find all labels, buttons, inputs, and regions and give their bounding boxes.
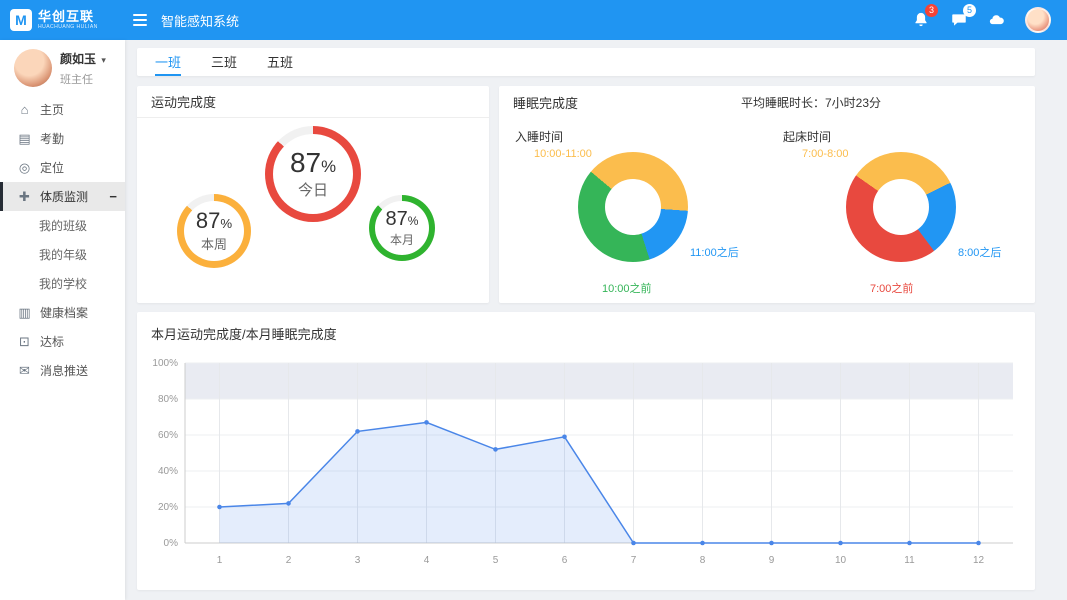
sidebar-item-attendance[interactable]: ▤ 考勤 — [0, 124, 125, 153]
user-name: 颜如玉 — [60, 51, 97, 66]
sidebar-item-label: 达标 — [40, 335, 65, 349]
sport-completion-card: 运动完成度 87% 今日 87% 本周 87% 本月 — [137, 86, 489, 303]
donut-title: 入睡时间 — [515, 130, 564, 144]
class-tabs: 一班 三班 五班 — [137, 48, 1035, 76]
svg-text:40%: 40% — [158, 466, 178, 477]
topbar-actions: 3 5 — [911, 4, 1067, 33]
sport-card-title: 运动完成度 — [137, 86, 489, 118]
brand-name: 华创互联 — [38, 8, 95, 24]
completion-ring: 87% 今日 — [265, 126, 361, 222]
sleep-donuts: 入睡时间 10:00-11:00 11:00之后 10:00之前 起床时间 7:00-8:… — [499, 118, 1035, 303]
sleep-donut-block: 起床时间 7:00-8:00 8:00之后 7:00之前 — [767, 118, 1035, 303]
sidebar-item-standard[interactable]: ⊡ 达标 — [0, 327, 125, 356]
ring-label: 本周 — [200, 236, 227, 252]
sidebar-subitem[interactable]: 我的班级 — [0, 211, 125, 240]
sleep-donut-block: 入睡时间 10:00-11:00 11:00之后 10:00之前 — [499, 118, 767, 303]
svg-text:4: 4 — [424, 555, 430, 566]
ring-value: 87% — [195, 207, 233, 233]
chart-title: 本月运动完成度/本月睡眠完成度 — [151, 327, 337, 342]
svg-text:8: 8 — [700, 555, 706, 566]
svg-text:7: 7 — [631, 555, 637, 566]
logo: M 华创互联 HUACHUANG HULIAN — [0, 9, 125, 31]
donut-segment-label: 10:00-11:00 — [534, 148, 592, 160]
completion-ring: 87% 本周 — [177, 194, 251, 268]
home-icon: ⌂ — [20, 102, 29, 117]
user-avatar — [14, 49, 52, 87]
svg-text:2: 2 — [286, 555, 292, 566]
logo-icon: M — [10, 9, 32, 31]
main-content: 一班 三班 五班 运动完成度 87% 今日 87% 本周 87% 本月 睡眠完成度 平均睡眠时… — [125, 40, 1067, 600]
svg-text:10: 10 — [835, 555, 847, 566]
completion-line-chart: 0%20%40%60%80%100%1 2 3 4 5 6 7 8 9 10 11 12 — [152, 358, 1013, 566]
sidebar-profile: 颜如玉 ▾ 班主任 — [0, 40, 125, 95]
sidebar-nav: ⌂ 主页 ▤ 考勤 ◎ 定位 ✚ 体质监测 − 我的班级 我的年级 我的学校 ▥ 健康档案 ⊡ 达标 ✉ 消息推送 — [0, 95, 125, 385]
cloud-icon[interactable] — [987, 10, 1007, 30]
user-avatar-small[interactable] — [1025, 7, 1051, 33]
sidebar-item-home[interactable]: ⌂ 主页 — [0, 95, 125, 124]
archive-icon: ▥ — [18, 304, 31, 320]
donut-title: 起床时间 — [783, 130, 832, 144]
donut-segment-label: 11:00之后 — [690, 247, 739, 259]
ring-label: 本月 — [389, 232, 414, 247]
dropdown-caret-icon: ▾ — [101, 54, 106, 65]
sleep-completion-card: 睡眠完成度 平均睡眠时长：7小时23分 入睡时间 10:00-11:00 11:00… — [499, 86, 1035, 303]
svg-text:0%: 0% — [164, 538, 179, 549]
tab-一班[interactable]: 一班 — [155, 48, 182, 76]
ring-value: 87% — [289, 146, 337, 178]
donut-segment-label: 8:00之后 — [958, 247, 1002, 259]
physique-icon: ✚ — [19, 188, 30, 204]
svg-text:60%: 60% — [158, 430, 178, 441]
sidebar-item-label: 健康档案 — [40, 306, 89, 320]
sidebar-item-physique[interactable]: ✚ 体质监测 − — [0, 182, 125, 211]
sidebar-item-label: 主页 — [40, 103, 65, 117]
message-icon[interactable]: 5 — [949, 4, 976, 30]
sidebar-item-label: 体质监测 — [40, 190, 89, 204]
svg-text:11: 11 — [904, 555, 915, 566]
location-icon: ◎ — [18, 159, 31, 175]
svg-text:5: 5 — [493, 555, 499, 566]
svg-text:80%: 80% — [158, 394, 178, 405]
sleep-card-title: 睡眠完成度 — [513, 95, 579, 111]
svg-text:1: 1 — [217, 555, 223, 566]
svg-text:20%: 20% — [158, 502, 178, 513]
message-icon: ✉ — [19, 362, 30, 378]
user-name-dropdown[interactable]: 颜如玉 ▾ — [60, 50, 106, 67]
sidebar-item-label: 考勤 — [40, 132, 65, 146]
tab-五班[interactable]: 五班 — [267, 48, 293, 76]
sidebar-item-message[interactable]: ✉ 消息推送 — [0, 356, 125, 385]
tab-三班[interactable]: 三班 — [211, 48, 237, 76]
standard-icon: ⊡ — [19, 333, 30, 349]
average-sleep-duration: 平均睡眠时长：7小时23分 — [740, 95, 881, 110]
menu-toggle-icon[interactable] — [133, 14, 147, 26]
completion-ring: 87% 本月 — [369, 195, 435, 261]
sidebar-item-label: 消息推送 — [40, 364, 89, 378]
user-role: 班主任 — [60, 73, 93, 86]
donut-segment-label: 7:00-8:00 — [802, 148, 849, 160]
sidebar-item-label: 定位 — [40, 161, 65, 175]
sport-rings: 87% 今日 87% 本周 87% 本月 — [137, 118, 489, 302]
topbar: M 华创互联 HUACHUANG HULIAN 智能感知系统 3 5 — [0, 0, 1067, 40]
app-title: 智能感知系统 — [161, 13, 240, 29]
donut-segment-label: 10:00之前 — [602, 283, 652, 295]
sidebar-item-archive[interactable]: ▥ 健康档案 — [0, 298, 125, 327]
sidebar-subitem[interactable]: 我的学校 — [0, 269, 125, 298]
notification-bell-icon[interactable]: 3 — [911, 4, 938, 30]
svg-text:12: 12 — [973, 555, 985, 566]
svg-text:6: 6 — [562, 555, 568, 566]
attendance-icon: ▤ — [18, 130, 31, 146]
message-badge: 5 — [963, 4, 976, 17]
sidebar-subitem[interactable]: 我的年级 — [0, 240, 125, 269]
notification-badge: 3 — [925, 4, 938, 17]
collapse-icon[interactable]: − — [109, 189, 117, 204]
ring-label: 今日 — [297, 181, 328, 199]
donut-segment-label: 7:00之前 — [870, 283, 914, 295]
svg-text:100%: 100% — [152, 358, 178, 369]
monthly-completion-chart-card: 本月运动完成度/本月睡眠完成度 0% 20% 40% 60% 80% 100% 1 2 3 4 5 6… — [137, 312, 1035, 590]
ring-value: 87% — [385, 207, 419, 230]
brand-subtitle: HUACHUANG HULIAN — [38, 24, 98, 30]
svg-text:9: 9 — [769, 555, 775, 566]
svg-text:3: 3 — [355, 555, 361, 566]
sidebar: 颜如玉 ▾ 班主任 ⌂ 主页 ▤ 考勤 ◎ 定位 ✚ 体质监测 − 我的班级 我的年级 我的学校 ▥ 健康… — [0, 40, 125, 600]
sidebar-item-location[interactable]: ◎ 定位 — [0, 153, 125, 182]
